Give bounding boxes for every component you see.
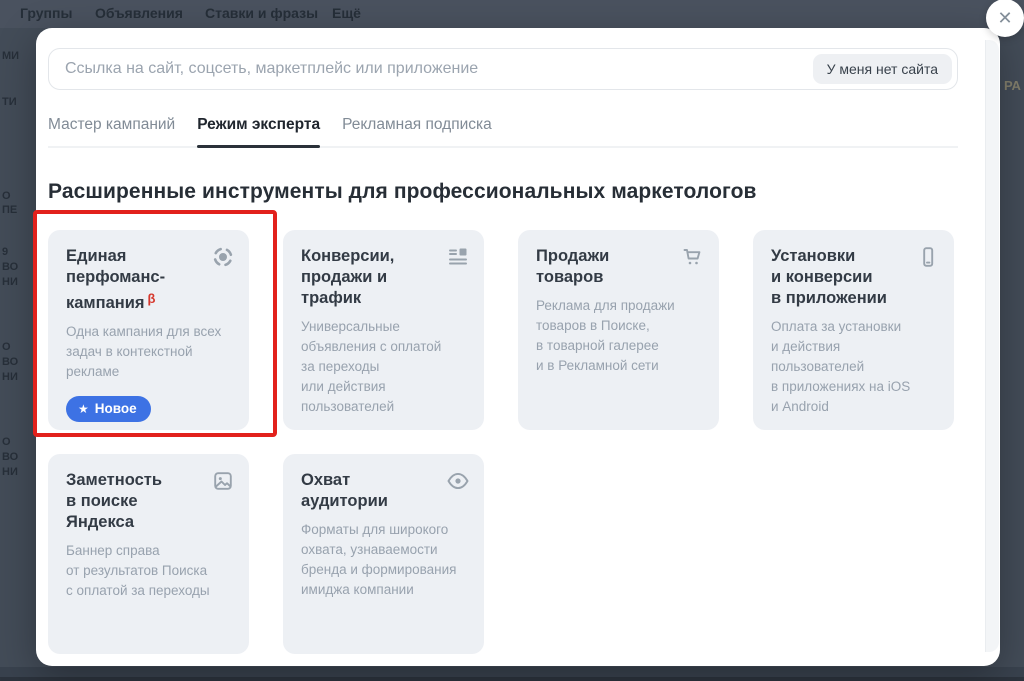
background-topbar: Группы Объявления Ставки и фразы Ещё [0,0,1024,28]
bg-text-fragment: О [2,436,11,448]
card-title: Единая перфоманс- кампания β [66,247,166,312]
beta-label: β [147,291,156,306]
tab-expert-mode[interactable]: Режим эксперта [197,106,320,148]
campaign-create-modal: У меня нет сайта Мастер кампаний Режим э… [36,28,1000,666]
bg-text-fragment: ВО [2,261,19,273]
bg-text-fragment: НИ [2,276,18,288]
page-title: Расширенные инструменты для профессионал… [48,180,757,203]
card-description: Одна кампания для всех задач в контекстн… [66,324,222,379]
tab-ad-subscription[interactable]: Рекламная подписка [342,106,492,146]
new-badge-label: Новое [94,401,137,416]
card-title: Заметность в поиске Яндекса [66,471,162,531]
modal-scrollbar[interactable] [985,40,999,652]
image-icon [211,469,235,493]
card-app-installs-conversions[interactable]: Установки и конверсии в приложении Оплат… [753,230,954,430]
card-title: Охват аудитории [301,471,388,510]
card-audience-reach[interactable]: Охват аудитории Форматы для широкого охв… [283,454,484,654]
card-product-sales[interactable]: Продажи товаров Реклама для продажи това… [518,230,719,430]
card-description: Баннер справа от результатов Поиска с оп… [66,543,210,598]
cart-icon [681,245,705,269]
bg-text-fragment: ТИ [2,96,17,108]
no-site-button[interactable]: У меня нет сайта [812,54,952,84]
mode-tabs: Мастер кампаний Режим эксперта Рекламная… [48,106,958,148]
campaign-type-cards: Единая перфоманс- кампания β Одна кампани… [48,230,956,654]
bg-text-fragment: МИ [2,50,20,62]
card-description: Реклама для продажи товаров в Поиске, в … [536,298,675,373]
card-description: Универсальные объявления с оплатой за пе… [301,319,442,414]
bg-text-fragment: ПЕ [2,204,18,216]
card-title: Установки и конверсии в приложении [771,247,887,307]
tab-campaign-wizard[interactable]: Мастер кампаний [48,106,175,146]
bg-menu-groups: Группы [20,5,73,21]
url-input-row: У меня нет сайта [48,48,958,90]
close-icon: ✕ [997,8,1013,28]
text-ad-icon [446,245,470,269]
bg-text-fragment: О [2,341,11,353]
eye-icon [446,469,470,493]
bg-text-fragment: 9 [2,246,9,258]
bg-text-fragment: ВО [2,451,19,463]
card-description: Оплата за установки и действия пользоват… [771,319,911,414]
new-badge: ★ Новое [66,396,151,422]
bg-text-fragment: НИ [2,466,18,478]
focus-icon [211,245,235,269]
bg-menu-more: Ещё [332,5,361,21]
bg-text-fragment: НИ [2,371,18,383]
bg-text-fragment: О [2,190,11,202]
bg-menu-ads: Объявления [95,5,183,21]
card-conversions-sales-traffic[interactable]: Конверсии, продажи и трафик Универсальны… [283,230,484,430]
card-title: Конверсии, продажи и трафик [301,247,395,307]
bg-menu-bids: Ставки и фразы [205,5,319,21]
bg-text-fragment: ВО [2,356,19,368]
star-icon: ★ [78,401,89,416]
card-unified-performance-campaign[interactable]: Единая перфоманс- кампания β Одна кампани… [48,230,249,430]
card-yandex-search-visibility[interactable]: Заметность в поиске Яндекса Баннер справ… [48,454,249,654]
bg-text-fragment: РА [1004,78,1021,93]
card-description: Форматы для широкого охвата, узнаваемост… [301,522,457,597]
screen: Группы Объявления Ставки и фразы Ещё МИ … [0,0,1024,681]
close-button[interactable]: ✕ [986,0,1024,37]
background-bottom-edge [0,677,1024,681]
card-title: Продажи товаров [536,247,610,286]
smartphone-icon [916,245,940,269]
